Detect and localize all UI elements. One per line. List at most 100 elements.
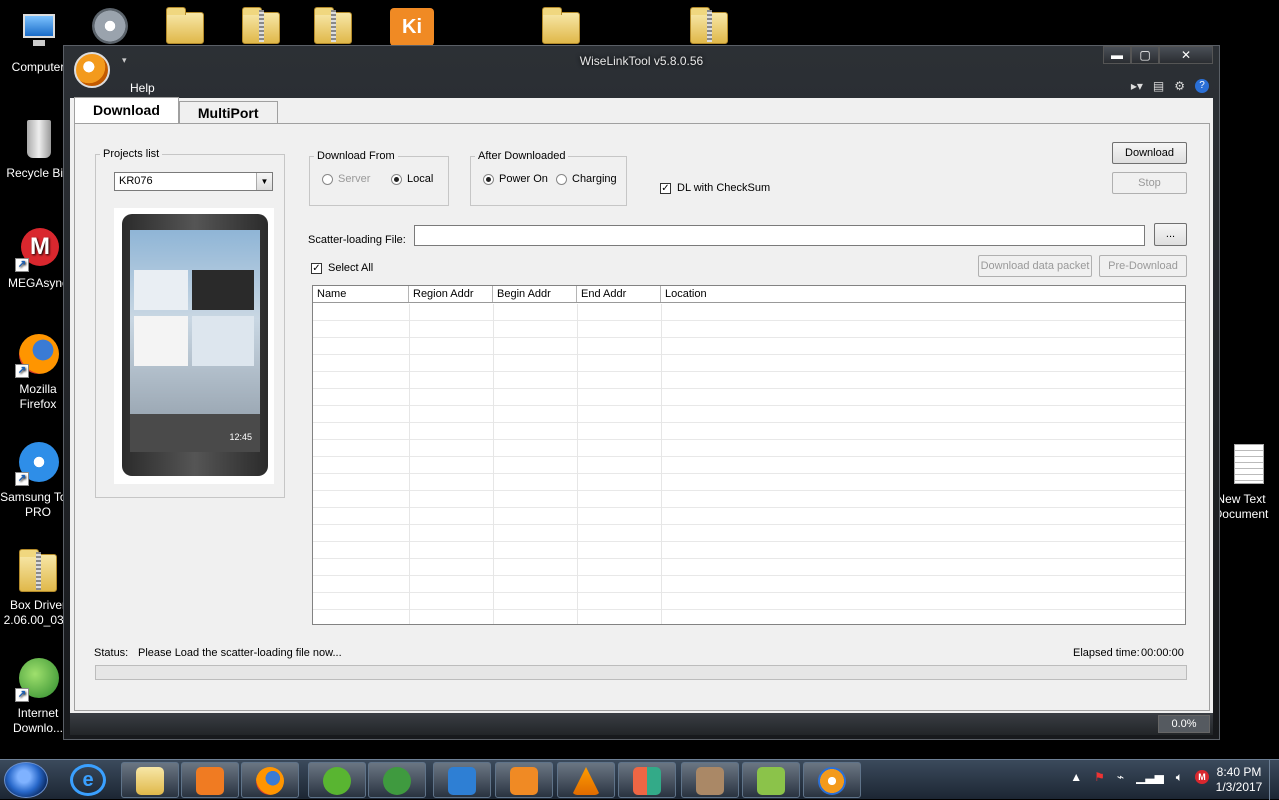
close-button[interactable]: ✕ xyxy=(1159,46,1213,64)
taskbar-explorer-button[interactable] xyxy=(121,762,179,798)
quick-access-dropdown-icon[interactable]: ▾ xyxy=(122,55,127,66)
taskbar-utorrent-button[interactable] xyxy=(308,762,366,798)
start-button[interactable] xyxy=(4,762,48,798)
taskbar-media-button[interactable] xyxy=(181,762,239,798)
zip-folder-icon[interactable] xyxy=(238,6,284,46)
internet-explorer-icon[interactable]: e xyxy=(70,764,106,796)
progress-bar xyxy=(95,665,1187,680)
taskbar-wiselink-button[interactable] xyxy=(803,762,861,798)
charging-label: Charging xyxy=(572,173,617,185)
chevron-down-icon[interactable]: ▼ xyxy=(256,173,272,190)
download-arrow-icon xyxy=(448,767,476,795)
menu-icons: ▸▾ ▤ ⚙ ? xyxy=(1131,79,1209,93)
window-controls: ▬ ▢ ✕ xyxy=(1103,46,1213,64)
vlc-cone-icon xyxy=(572,767,600,795)
save-icon[interactable]: ▤ xyxy=(1153,79,1164,93)
column-divider xyxy=(661,304,662,624)
elapsed-time-label: Elapsed time: xyxy=(1073,647,1140,659)
radio-indicator xyxy=(556,173,567,185)
gear-settings-icon[interactable] xyxy=(88,6,134,46)
device-image: 12:45 xyxy=(114,208,274,484)
local-radio[interactable]: Local xyxy=(391,173,433,185)
column-header-end-addr[interactable]: End Addr xyxy=(577,286,661,302)
show-hidden-icons-icon[interactable]: ▲ xyxy=(1070,770,1082,785)
taskbar-app-button[interactable] xyxy=(681,762,739,798)
gears-icon: ↗ xyxy=(15,440,61,486)
tab-multiport[interactable]: MultiPort xyxy=(178,101,278,123)
power-icon[interactable]: ⌁ xyxy=(1117,770,1124,785)
after-downloaded-legend: After Downloaded xyxy=(478,150,566,162)
project-select[interactable]: KR076 ▼ xyxy=(114,172,273,191)
kingo-root-icon[interactable]: Ki xyxy=(388,6,434,46)
column-header-region-addr[interactable]: Region Addr xyxy=(409,286,493,302)
mega-icon: M ↗ xyxy=(15,226,61,272)
settings-icon[interactable]: ⚙ xyxy=(1174,79,1185,93)
column-header-begin-addr[interactable]: Begin Addr xyxy=(493,286,577,302)
taskbar-idm-button[interactable] xyxy=(368,762,426,798)
status-label: Status: xyxy=(94,647,129,659)
app-icon xyxy=(696,767,724,795)
computer-icon xyxy=(15,10,61,56)
column-divider xyxy=(577,304,578,624)
checksum-checkbox[interactable]: ✓ DL with CheckSum xyxy=(660,182,770,194)
download-from-legend: Download From xyxy=(317,150,395,162)
power-on-radio[interactable]: Power On xyxy=(483,173,548,185)
folder-icon[interactable] xyxy=(162,6,208,46)
taskbar-vlc-button[interactable] xyxy=(557,762,615,798)
style-dropdown-icon[interactable]: ▸▾ xyxy=(1131,79,1143,93)
clock-time: 8:40 PM xyxy=(1216,765,1262,779)
select-all-label: Select All xyxy=(328,262,374,274)
taskbar-kingoroot-button[interactable] xyxy=(495,762,553,798)
folder-icon[interactable] xyxy=(538,6,584,46)
maximize-button[interactable]: ▢ xyxy=(1131,46,1159,64)
title-bar[interactable]: WiseLinkTool v5.8.0.56 ▬ ▢ ✕ xyxy=(64,46,1219,76)
scatter-file-input[interactable] xyxy=(414,225,1145,246)
volume-icon[interactable]: 🔈︎ xyxy=(1176,770,1183,785)
table-body xyxy=(313,304,1185,624)
browse-button[interactable]: ... xyxy=(1154,223,1187,246)
stop-button[interactable]: Stop xyxy=(1112,172,1187,194)
select-all-checkbox[interactable]: ✓ Select All xyxy=(311,262,373,274)
checkbox-check-icon: ✓ xyxy=(311,262,322,274)
clock-date: 1/3/2017 xyxy=(1215,780,1263,794)
shortcut-arrow-icon: ↗ xyxy=(15,258,29,272)
media-player-icon xyxy=(196,767,224,795)
status-bar: 0.0% xyxy=(70,713,1213,735)
download-data-packet-button[interactable]: Download data packet xyxy=(978,255,1092,277)
zip-folder-icon xyxy=(15,548,61,594)
help-icon[interactable]: ? xyxy=(1195,79,1209,93)
flag-icon[interactable]: ⚑ xyxy=(1094,770,1105,785)
download-manager-icon xyxy=(383,767,411,795)
android-icon xyxy=(757,767,785,795)
column-header-name[interactable]: Name xyxy=(313,286,409,302)
network-signal-icon[interactable]: ▁▃▅ xyxy=(1136,770,1164,785)
taskbar-download-button[interactable] xyxy=(433,762,491,798)
download-button[interactable]: Download xyxy=(1112,142,1187,164)
menu-bar: Help ▸▾ ▤ ⚙ ? xyxy=(64,76,1219,96)
partition-table[interactable]: Name Region Addr Begin Addr End Addr Loc… xyxy=(312,285,1186,625)
zip-folder-icon[interactable] xyxy=(686,6,732,46)
taskbar-mfc-button[interactable] xyxy=(618,762,676,798)
device-screen: 12:45 xyxy=(130,230,260,452)
minimize-button[interactable]: ▬ xyxy=(1103,46,1131,64)
system-tray: ▲ ⚑ ⌁ ▁▃▅ 🔈︎ M xyxy=(1070,770,1209,785)
pre-download-button[interactable]: Pre-Download xyxy=(1099,255,1187,277)
taskbar: e ▲ ⚑ ⌁ ▁▃▅ 🔈︎ M 8:40 PM 1/3/2017 xyxy=(0,759,1279,800)
download-manager-icon: ↗ xyxy=(15,656,61,702)
tab-strip: Download MultiPort xyxy=(74,97,278,123)
zip-folder-icon[interactable] xyxy=(310,6,356,46)
server-radio[interactable]: Server xyxy=(322,173,370,185)
progress-percent: 0.0% xyxy=(1158,715,1210,733)
menu-help[interactable]: Help xyxy=(130,81,155,95)
taskbar-firefox-button[interactable] xyxy=(241,762,299,798)
taskbar-clock[interactable]: 8:40 PM 1/3/2017 xyxy=(1209,765,1269,795)
mega-tray-icon[interactable]: M xyxy=(1195,770,1209,784)
charging-radio[interactable]: Charging xyxy=(556,173,617,185)
tab-download[interactable]: Download xyxy=(74,97,179,123)
radio-indicator xyxy=(483,173,494,185)
radio-indicator xyxy=(322,173,333,185)
taskbar-android-button[interactable] xyxy=(742,762,800,798)
column-header-location[interactable]: Location xyxy=(661,286,1185,302)
firefox-icon xyxy=(256,767,284,795)
show-desktop-button[interactable] xyxy=(1269,760,1279,800)
